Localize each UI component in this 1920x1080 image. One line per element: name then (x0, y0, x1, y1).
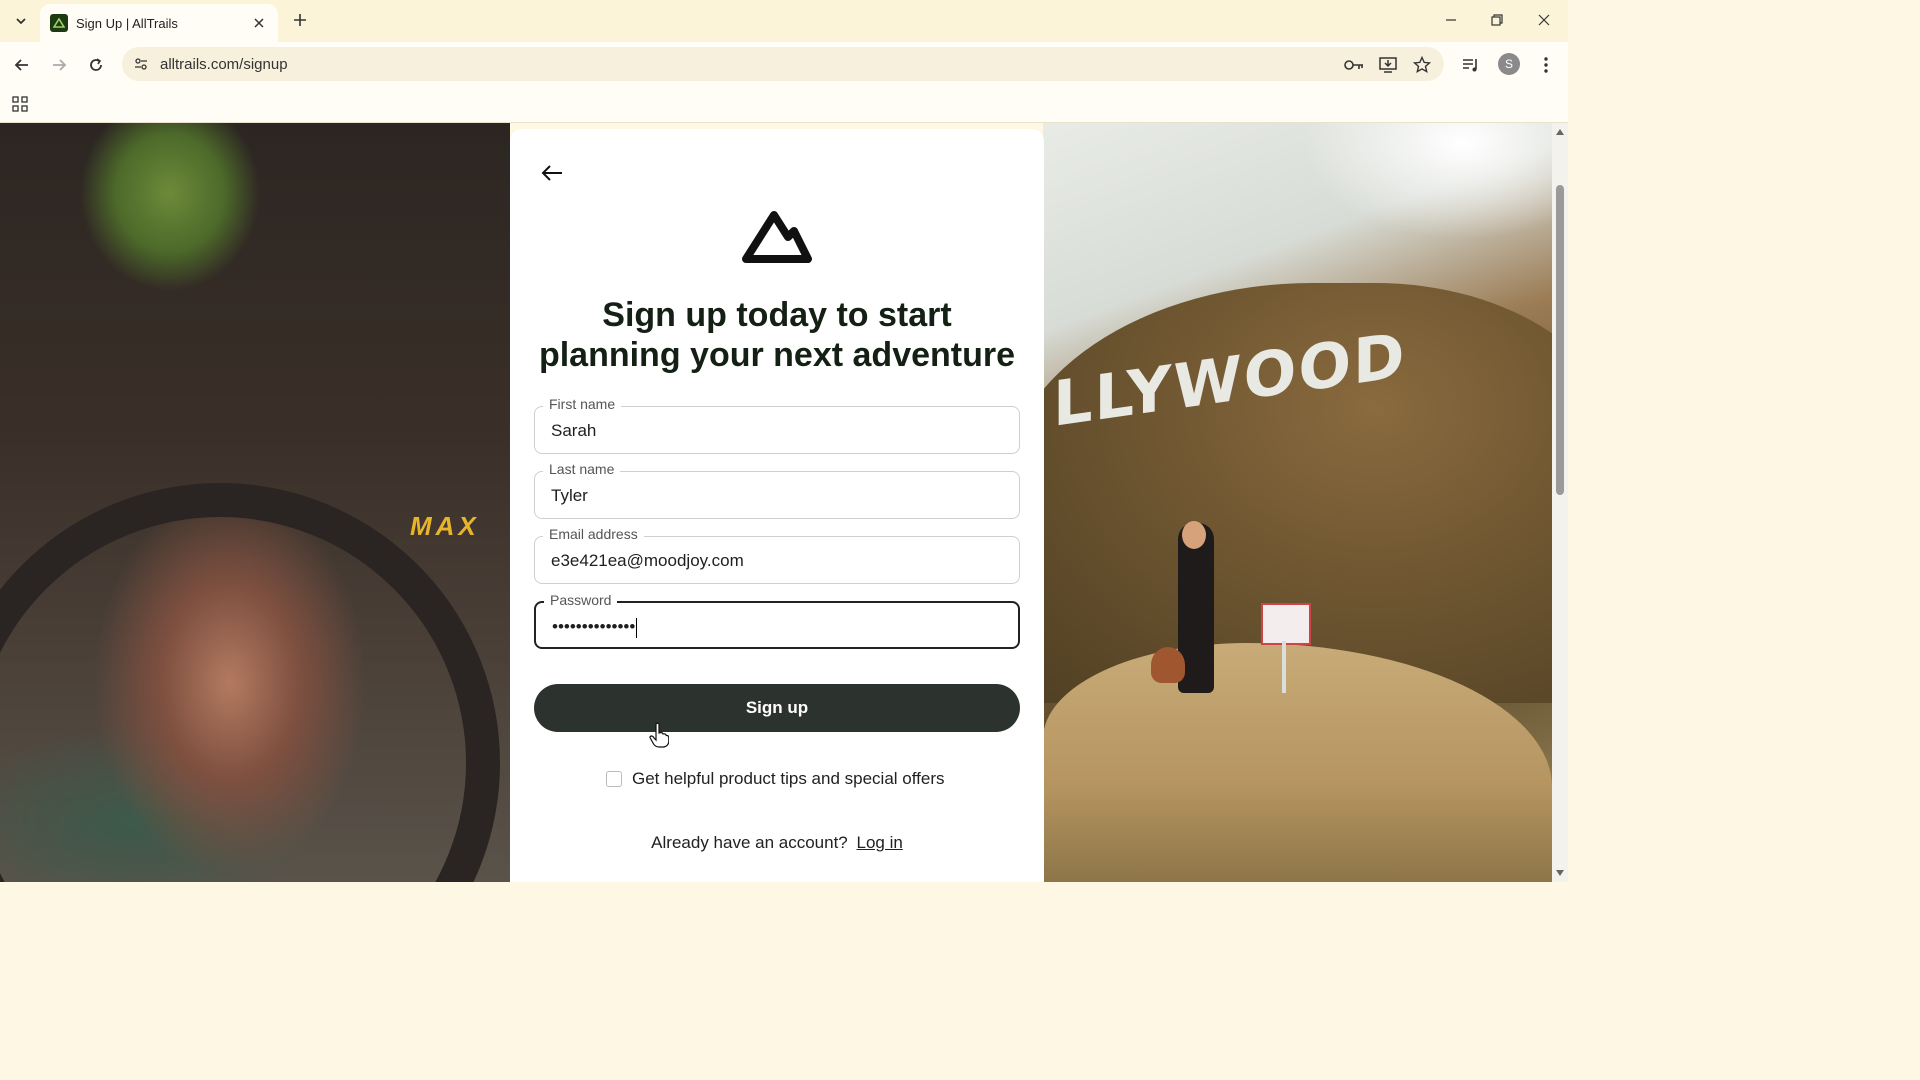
page-viewport: MAX LLYWOOD Sign up today to start plann… (0, 123, 1552, 882)
email-field[interactable]: Email address e3e421ea@moodjoy.com (534, 526, 1020, 584)
minimize-icon (1446, 19, 1456, 21)
login-prompt-text: Already have an account? (651, 833, 848, 852)
menu-kebab-icon[interactable] (1534, 53, 1558, 77)
optin-checkbox[interactable] (606, 771, 622, 787)
reload-button[interactable] (83, 52, 109, 78)
last-name-value: Tyler (551, 486, 588, 505)
restore-button[interactable] (1482, 6, 1512, 34)
browser-tab-active[interactable]: Sign Up | AllTrails (40, 4, 278, 42)
hiker-head (1182, 521, 1206, 549)
dog-figure (1151, 647, 1185, 683)
restore-icon (1491, 14, 1503, 26)
optin-label: Get helpful product tips and special off… (632, 769, 945, 788)
bike-tire-graphic (0, 483, 500, 882)
hand-pointer-cursor-icon (649, 722, 669, 748)
password-dots: •••••••••••••• (552, 617, 636, 636)
new-tab-button[interactable] (288, 8, 312, 32)
arrow-left-icon (541, 165, 562, 181)
profile-avatar[interactable]: S (1498, 53, 1520, 75)
page-headline: Sign up today to start planning your nex… (538, 296, 1016, 374)
last-name-label: Last name (543, 461, 621, 477)
reload-icon (90, 58, 102, 71)
media-controls-icon[interactable] (1459, 53, 1483, 77)
arrow-left-icon (14, 59, 28, 71)
log-in-link[interactable]: Log in (857, 833, 903, 852)
close-icon (1538, 14, 1550, 26)
product-tips-optin[interactable]: Get helpful product tips and special off… (606, 769, 944, 789)
notice-post (1282, 641, 1286, 693)
tab-title: Sign Up | AllTrails (76, 15, 178, 31)
install-app-icon[interactable] (1378, 55, 1398, 75)
scroll-down-arrow-icon[interactable] (1555, 868, 1565, 878)
tab-strip: Sign Up | AllTrails (0, 0, 1568, 42)
arrow-right-icon (53, 59, 67, 71)
minimize-button[interactable] (1436, 6, 1466, 34)
chevron-down-icon (16, 18, 26, 25)
signup-card: Sign up today to start planning your nex… (510, 129, 1044, 882)
sign-up-button[interactable]: Sign up (534, 684, 1020, 732)
scroll-up-arrow-icon[interactable] (1555, 127, 1565, 137)
login-prompt: Already have an account? Log in (510, 833, 1044, 853)
first-name-field[interactable]: First name Sarah (534, 396, 1020, 454)
back-button[interactable] (9, 52, 35, 78)
tire-brand-text: MAX (410, 511, 480, 541)
bookmarks-bar (0, 86, 1568, 123)
plus-icon (294, 14, 306, 26)
site-info-icon[interactable] (132, 55, 150, 73)
close-window-button[interactable] (1529, 6, 1559, 34)
email-label: Email address (543, 526, 644, 542)
text-caret (636, 617, 638, 638)
mountain-biker-photo: MAX (0, 123, 510, 882)
forward-button[interactable] (46, 52, 72, 78)
password-label: Password (544, 592, 618, 608)
first-name-value: Sarah (551, 421, 597, 440)
scrollbar-thumb[interactable] (1556, 185, 1564, 495)
email-value: e3e421ea@moodjoy.com (551, 551, 744, 570)
alltrails-logo-icon (742, 211, 812, 263)
address-bar[interactable]: alltrails.com/signup (122, 47, 1444, 81)
page-scrollbar[interactable] (1552, 123, 1568, 882)
first-name-label: First name (543, 396, 622, 412)
last-name-field[interactable]: Last name Tyler (534, 461, 1020, 519)
alltrails-favicon-icon (50, 14, 68, 32)
password-key-icon[interactable] (1344, 55, 1364, 75)
close-icon (254, 18, 264, 28)
trail-notice-sign (1261, 603, 1311, 645)
hollywood-hike-photo: LLYWOOD (1003, 123, 1552, 882)
close-tab-button[interactable] (250, 14, 268, 32)
tab-search-button[interactable] (8, 8, 34, 34)
browser-toolbar: alltrails.com/signup S (0, 42, 1568, 86)
bookmark-star-icon[interactable] (1412, 55, 1432, 75)
password-value: •••••••••••••• (552, 617, 638, 638)
password-field[interactable]: Password •••••••••••••• (534, 592, 1020, 649)
back-arrow-button[interactable] (538, 159, 566, 187)
url-text: alltrails.com/signup (160, 56, 288, 73)
apps-grid-icon[interactable] (10, 94, 30, 114)
